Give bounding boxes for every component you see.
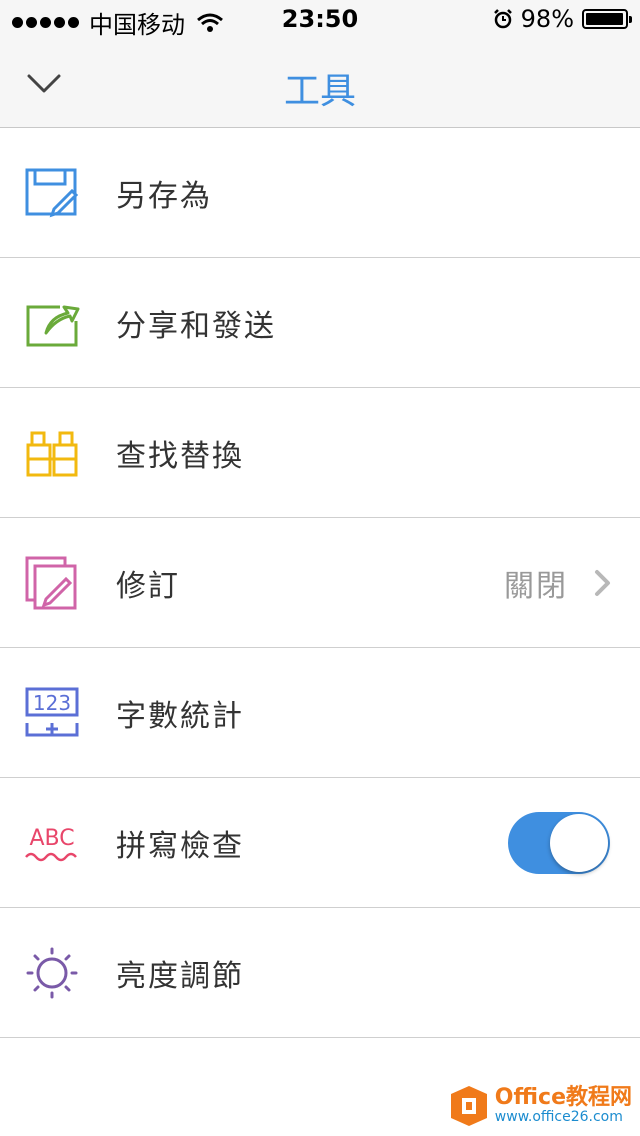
- brightness-icon: [26, 947, 78, 998]
- menu-item-spell-check[interactable]: ABC 拼寫檢查: [0, 778, 640, 908]
- menu-item-label: 另存為: [116, 178, 212, 214]
- menu-item-label: 分享和發送: [116, 308, 276, 344]
- status-right: 98%: [493, 5, 632, 33]
- status-bar: 中国移动 23:50 98%: [0, 0, 640, 40]
- menu-item-label: 修訂: [116, 568, 180, 604]
- menu-item-find-replace[interactable]: 查找替換: [0, 388, 640, 518]
- office-logo-icon: [450, 1086, 487, 1126]
- share-send-icon: [26, 305, 80, 346]
- watermark-text: Office教程网 www.office26.com: [495, 1086, 632, 1126]
- chevron-right-icon: [595, 569, 610, 596]
- alarm-icon: [493, 9, 512, 29]
- menu-item-label: 字數統計: [116, 698, 244, 734]
- spell-check-icon-text: ABC: [29, 826, 74, 851]
- watermark-name: Office教程网: [494, 1085, 632, 1111]
- menu-item-brightness[interactable]: 亮度調節: [0, 908, 640, 1038]
- word-count-icon: 123: [25, 687, 79, 736]
- menu-item-track-changes[interactable]: 修訂 關閉: [0, 518, 640, 648]
- page-title: 工具: [283, 71, 356, 112]
- menu-item-label: 拼寫檢查: [116, 828, 244, 864]
- spell-check-toggle[interactable]: [508, 811, 610, 874]
- menu-item-save-as[interactable]: 另存為: [0, 128, 640, 258]
- battery-fill: [586, 13, 624, 25]
- toggle-knob: [550, 813, 608, 872]
- tools-list: 另存為 分享和發送 查找替換 修訂 關閉 123 字數統計 ABC 拼寫檢查 亮…: [0, 128, 640, 1038]
- watermark-url: www.office26.com: [494, 1109, 623, 1126]
- menu-item-label: 查找替換: [116, 438, 244, 474]
- menu-item-word-count[interactable]: 123 字數統計: [0, 648, 640, 778]
- battery-percent: 98%: [520, 5, 574, 33]
- watermark: Office教程网 www.office26.com: [449, 1084, 632, 1128]
- binoculars-icon: [26, 431, 78, 476]
- word-count-icon-text: 123: [33, 691, 71, 715]
- nav-bar: 工具: [0, 40, 640, 128]
- track-changes-status: 關閉: [504, 568, 568, 604]
- track-changes-icon: [25, 556, 77, 609]
- spell-check-icon: ABC: [25, 826, 77, 861]
- menu-item-label: 亮度調節: [116, 958, 244, 994]
- save-as-icon: [25, 168, 79, 217]
- battery-icon: [582, 9, 632, 29]
- menu-item-share-send[interactable]: 分享和發送: [0, 258, 640, 388]
